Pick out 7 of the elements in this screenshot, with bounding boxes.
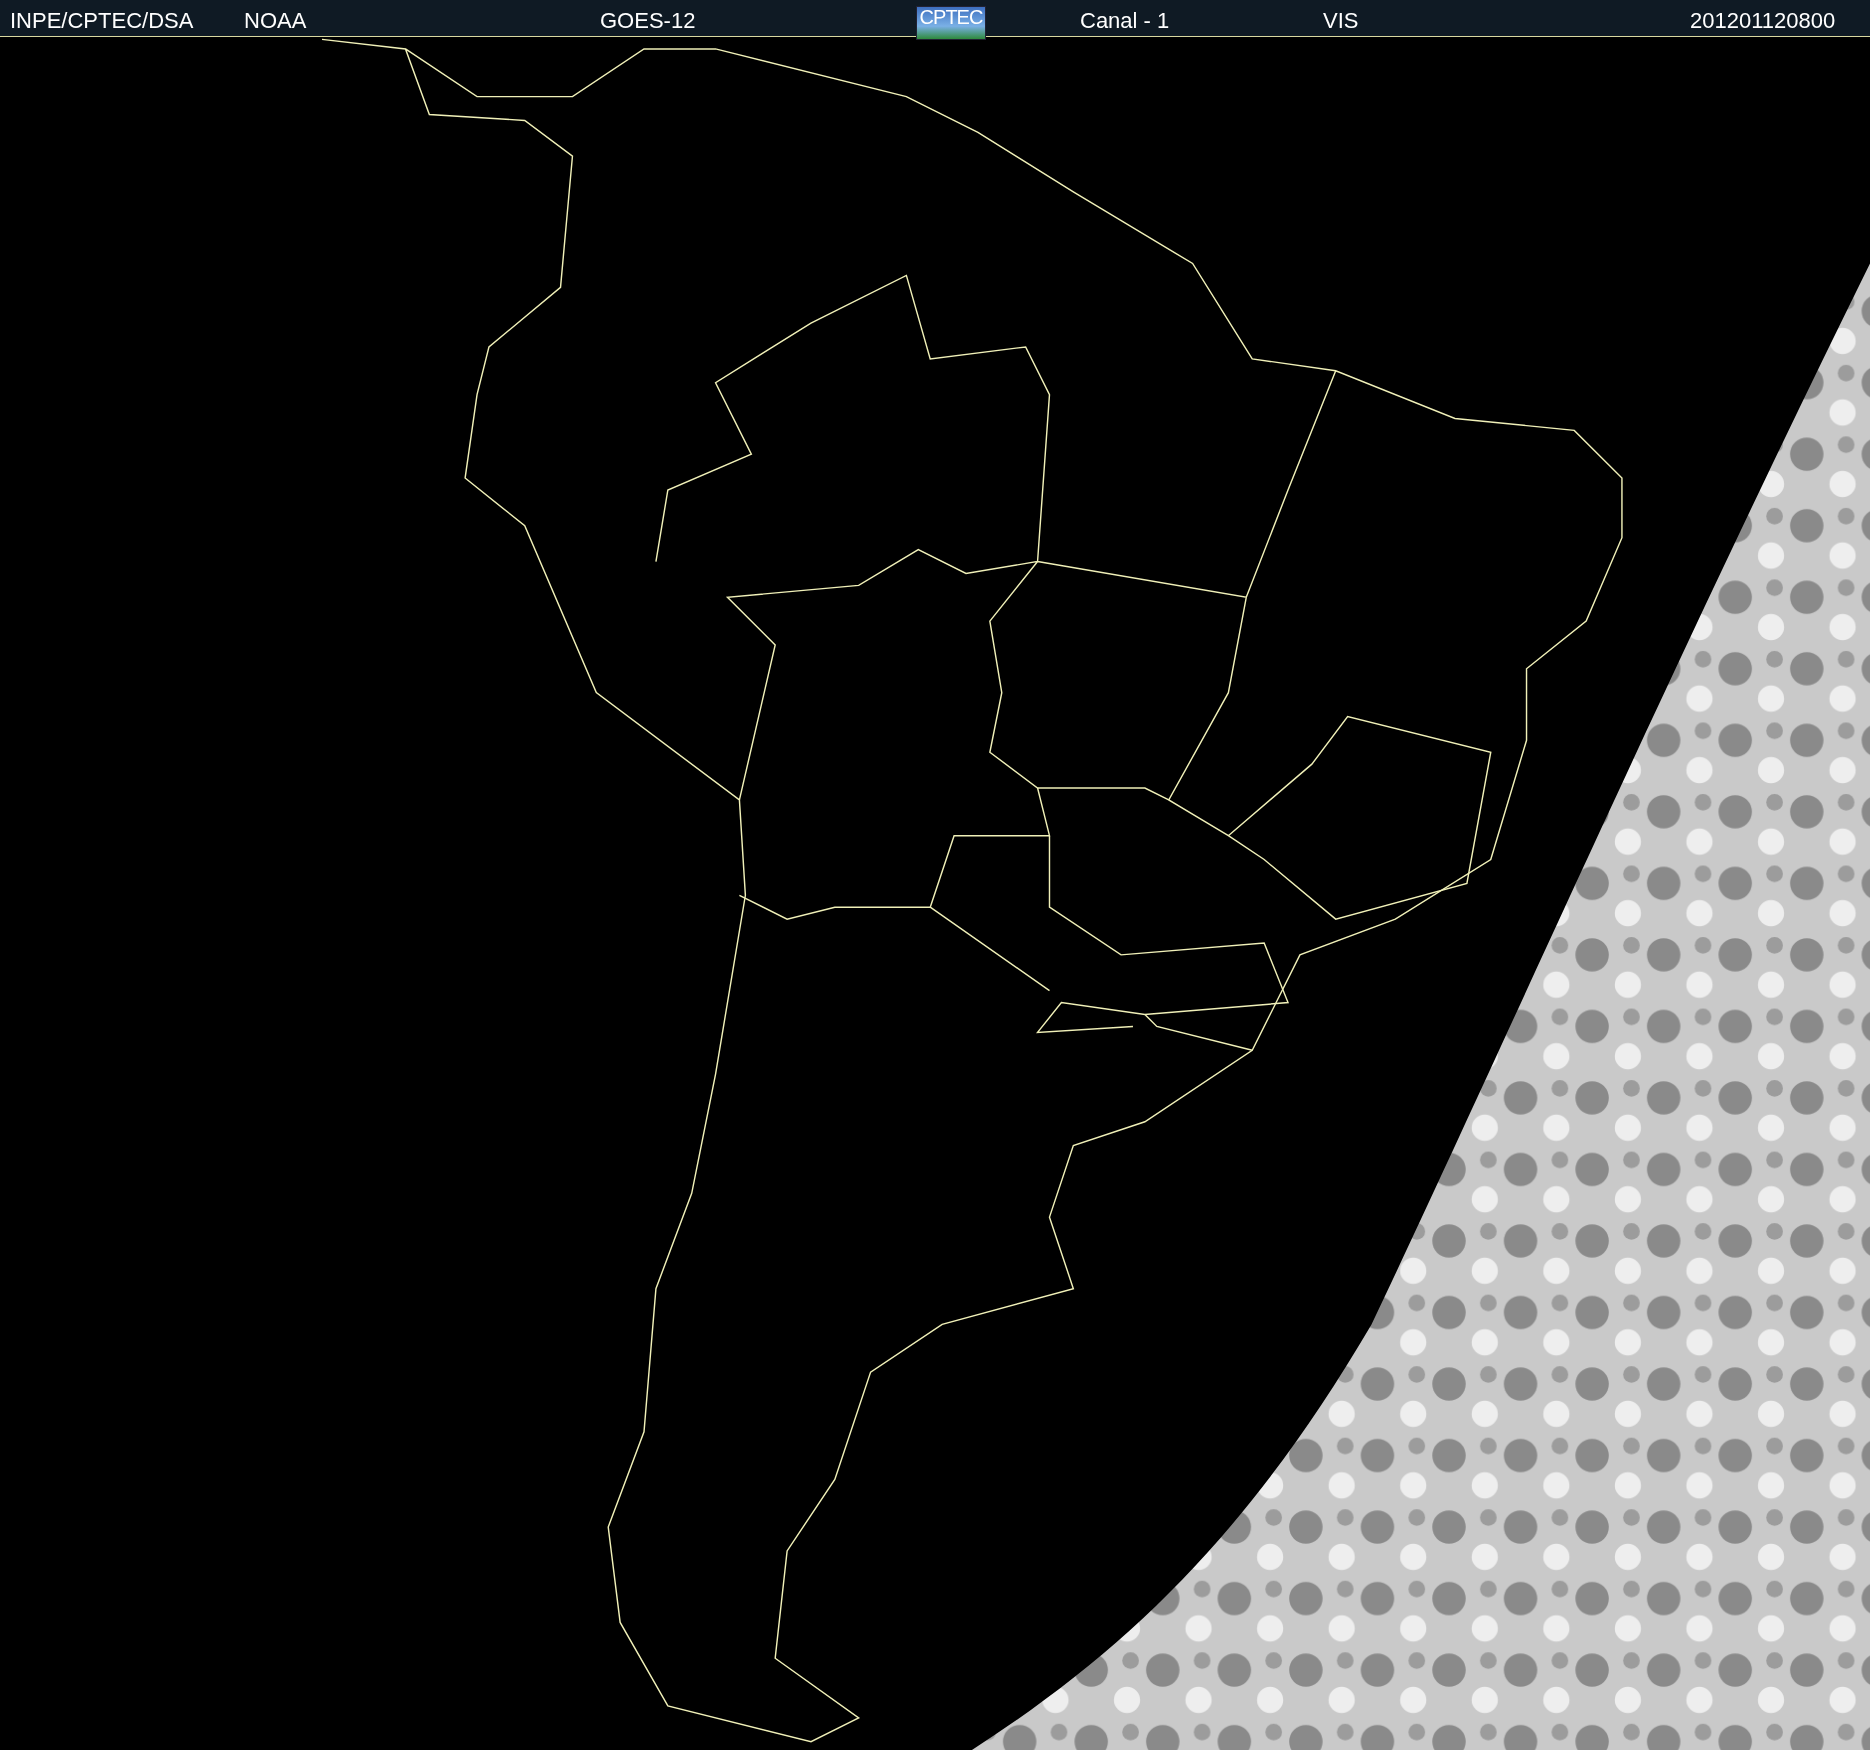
timestamp-label: 201201120800	[1690, 7, 1836, 33]
source-label: INPE/CPTEC/DSA	[10, 7, 194, 33]
agency-label: NOAA	[244, 7, 307, 33]
band-label: VIS	[1323, 7, 1359, 33]
channel-label: Canal - 1	[1080, 7, 1170, 33]
satellite-label: GOES-12	[600, 7, 696, 33]
logo: CPTEC	[916, 6, 986, 40]
